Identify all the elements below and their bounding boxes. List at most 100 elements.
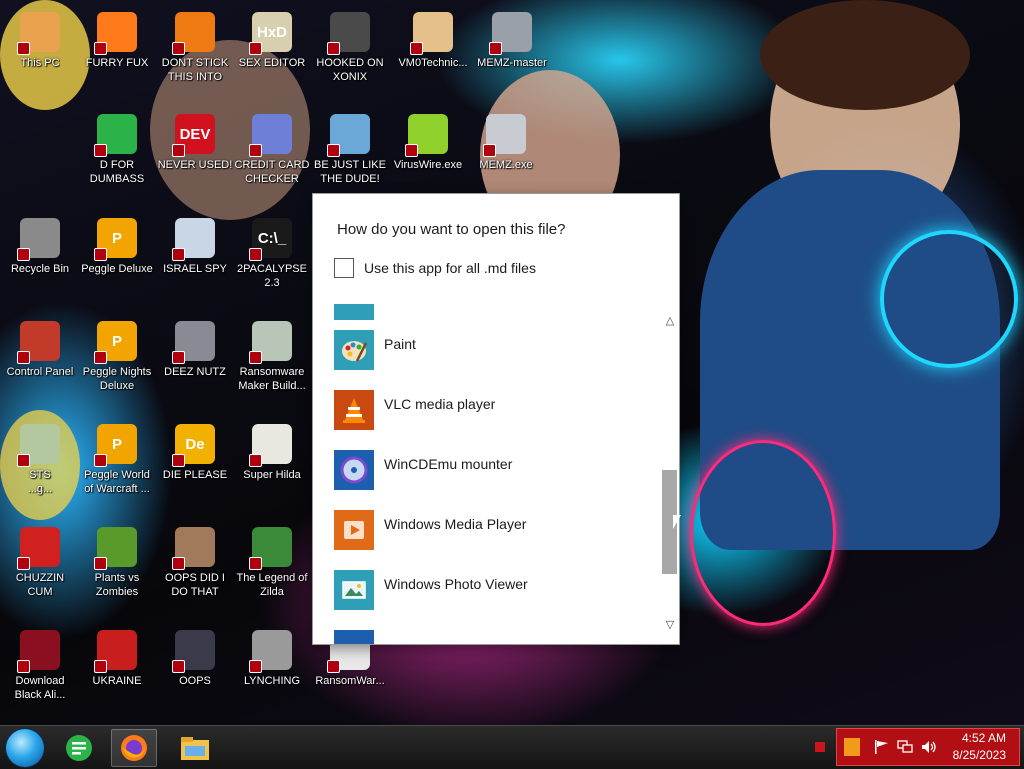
desktop-icon-peggle-world[interactable]: P Peggle World of Warcraft ... — [78, 424, 156, 496]
shortcut-badge-icon — [249, 660, 262, 673]
desktop-icon-israel-spy[interactable]: ISRAEL SPY — [156, 218, 234, 276]
desktop-icon-legend-of-zilda[interactable]: The Legend of Zilda — [233, 527, 311, 599]
desktop-icon-deez-nutz[interactable]: DEEZ NUTZ — [156, 321, 234, 379]
super-hilda-icon — [249, 424, 292, 467]
shortcut-badge-icon — [94, 660, 107, 673]
desktop-icon-2pacalypse[interactable]: C:\_ 2PACALYPSE 2.3 — [233, 218, 311, 290]
desktop-icon-be-just-like-the-dude[interactable]: BE JUST LIKE THE DUDE! — [311, 114, 389, 186]
checkbox-box[interactable] — [334, 258, 354, 278]
desktop-icon-d-for-dumbass[interactable]: D FOR DUMBASS — [78, 114, 156, 186]
app-row-wincdemu[interactable]: WinCDEmu mounter — [313, 440, 661, 500]
recycle-bin-icon — [17, 218, 60, 261]
desktop-icon-peggle-deluxe[interactable]: P Peggle Deluxe — [78, 218, 156, 276]
app-list-scrollbar[interactable]: △ ▽ — [661, 312, 679, 634]
desktop-icon-die-please[interactable]: De DIE PLEASE — [156, 424, 234, 482]
desktop-icon-control-panel[interactable]: Control Panel — [1, 321, 79, 379]
clock-date: 8/25/2023 — [952, 748, 1006, 762]
checkbox-label[interactable]: Use this app for all .md files — [364, 260, 536, 276]
desktop-icon-sts[interactable]: STS ...g... — [1, 424, 79, 496]
firefox-icon — [121, 735, 147, 761]
app-row-paint[interactable]: Paint — [313, 320, 661, 380]
app-row-windows-photo-viewer[interactable]: Windows Photo Viewer — [313, 560, 661, 620]
taskbar-clock[interactable]: 4:52 AM 8/25/2023 — [953, 730, 1006, 764]
taskbar-chat-app[interactable] — [56, 729, 102, 767]
desktop-icon-plants-vs-zombies[interactable]: Plants vs Zombies — [78, 527, 156, 599]
shortcut-badge-icon — [327, 42, 340, 55]
flag-icon[interactable] — [874, 740, 890, 754]
use-app-for-all-checkbox[interactable]: Use this app for all .md files — [334, 258, 536, 278]
desktop-icon-chuzzin-cum[interactable]: CHUZZIN CUM — [1, 527, 79, 599]
app-row-windows-media-player[interactable]: Windows Media Player — [313, 500, 661, 560]
israel-spy-icon — [172, 218, 215, 261]
vm0technic-icon — [410, 12, 453, 55]
desktop-icon-never-used[interactable]: DEV NEVER USED! — [156, 114, 234, 172]
desktop-icon-label: OOPS — [179, 675, 211, 687]
legend-of-zilda-icon — [249, 527, 292, 570]
desktop-icon-label: Control Panel — [6, 366, 74, 378]
desktop-icon-credit-card-checker[interactable]: CREDIT CARD CHECKER — [233, 114, 311, 186]
taskbar-file-explorer[interactable] — [172, 729, 218, 767]
furry-fux-icon — [94, 12, 137, 55]
desktop-icon-label: MEMZ.exe — [479, 159, 533, 171]
taskbar-firefox[interactable] — [111, 729, 157, 767]
tray-app-icon[interactable] — [844, 738, 860, 756]
desktop-icon-recycle-bin[interactable]: Recycle Bin — [1, 218, 79, 276]
desktop-icon-memz-master[interactable]: MEMZ-master — [473, 12, 551, 70]
scroll-up-icon[interactable]: △ — [661, 312, 679, 330]
show-hidden-icons-icon[interactable] — [815, 742, 825, 752]
desktop-icon-super-hilda[interactable]: Super Hilda — [233, 424, 311, 482]
chuzzin-cum-icon — [17, 527, 60, 570]
desktop-icon-ransomware-maker[interactable]: Ransomware Maker Build... — [233, 321, 311, 393]
app-name-wincdemu[interactable]: WinCDEmu mounter — [384, 456, 512, 472]
paint-icon — [334, 330, 374, 370]
desktop-icon-hooked-on-xonix[interactable]: HOOKED ON XONIX — [311, 12, 389, 84]
app-row-vlc[interactable]: VLC media player — [313, 380, 661, 440]
this-pc-icon — [17, 12, 60, 55]
desktop-icon-dont-stick[interactable]: DONT STICK THIS INTO — [156, 12, 234, 84]
app-name-paint[interactable]: Paint — [384, 336, 416, 352]
app-name-vlc[interactable]: VLC media player — [384, 396, 495, 412]
desktop-icon-furry-fux[interactable]: FURRY FUX — [78, 12, 156, 70]
desktop-icon-peggle-nights[interactable]: P Peggle Nights Deluxe — [78, 321, 156, 393]
scroll-down-icon[interactable]: ▽ — [661, 616, 679, 634]
desktop-icon-ukraine[interactable]: UKRAINE — [78, 630, 156, 688]
dont-stick-icon — [172, 12, 215, 55]
peggle-world-icon: P — [94, 424, 137, 467]
desktop-icon-oops[interactable]: OOPS — [156, 630, 234, 688]
desktop-icon-label: VirusWire.exe — [393, 159, 463, 171]
shortcut-badge-icon — [172, 660, 185, 673]
wallpaper-pink-ring — [690, 440, 836, 626]
shortcut-badge-icon — [94, 248, 107, 261]
deez-nutz-icon — [172, 321, 215, 364]
desktop-icon-label: Download Black Ali... — [14, 675, 66, 701]
disc-icon — [334, 450, 374, 490]
desktop-icon-memz-exe[interactable]: MEMZ.exe — [467, 114, 545, 172]
shortcut-badge-icon — [94, 42, 107, 55]
desktop-icon-vm0technic[interactable]: VM0Technic... — [394, 12, 472, 70]
desktop-icon-this-pc[interactable]: This PC — [1, 12, 79, 70]
start-button[interactable] — [6, 729, 44, 767]
app-row-partial-bottom[interactable] — [313, 620, 661, 644]
desktop-icon-label: Ransomware Maker Build... — [238, 366, 306, 392]
desktop-icon-label: Peggle Deluxe — [81, 263, 153, 275]
desktop-icon-label: Recycle Bin — [10, 263, 70, 275]
desktop-icon-download-black[interactable]: Download Black Ali... — [1, 630, 79, 702]
desktop-icon-sex-editor[interactable]: HxD SEX EDITOR — [233, 12, 311, 70]
desktop-icon-oops-did-i-do-that[interactable]: OOPS DID I DO THAT — [156, 527, 234, 599]
desktop-icon-label: Peggle World of Warcraft ... — [84, 469, 150, 495]
desktop-icon-label: VM0Technic... — [398, 57, 468, 69]
app-name-windows-photo-viewer[interactable]: Windows Photo Viewer — [384, 576, 528, 592]
system-tray: 4:52 AM 8/25/2023 — [836, 728, 1020, 766]
shortcut-badge-icon — [172, 42, 185, 55]
volume-icon[interactable] — [921, 740, 937, 754]
app-name-windows-media-player[interactable]: Windows Media Player — [384, 516, 526, 532]
desktop-icon-label: SEX EDITOR — [238, 57, 306, 69]
desktop-icon-viruswire[interactable]: VirusWire.exe — [389, 114, 467, 172]
app-list: Paint VLC media player WinCDEmu mounter … — [313, 304, 661, 644]
desktop-icon-lynching[interactable]: LYNCHING — [233, 630, 311, 688]
shortcut-badge-icon — [94, 454, 107, 467]
shortcut-badge-icon — [249, 351, 262, 364]
network-icon[interactable] — [897, 740, 913, 754]
memz-master-icon — [489, 12, 532, 55]
shortcut-badge-icon — [172, 351, 185, 364]
